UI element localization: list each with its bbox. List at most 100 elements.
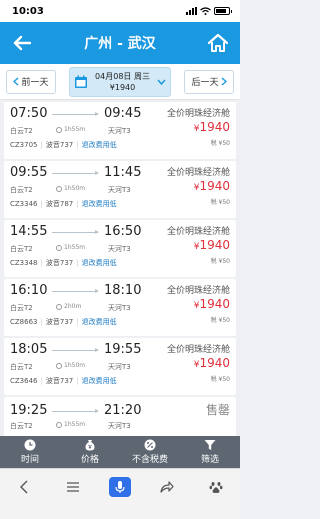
- flight-card[interactable]: 07:50 09:45 白云T2 1h55m 天河T3 CZ3705 | 波音73…: [4, 102, 236, 159]
- departure-time: 14:55: [10, 224, 48, 239]
- current-date: 04月08日 周三: [95, 71, 150, 81]
- aircraft-type: 波音737: [45, 377, 74, 385]
- tax-toggle-label: 不含税费: [131, 455, 168, 465]
- prev-day-label: 前一天: [21, 78, 49, 88]
- status-icons: [186, 7, 232, 15]
- departure-airport: 白云T2: [10, 245, 33, 253]
- calendar-icon: [75, 75, 87, 88]
- departure-time: 07:50: [10, 106, 48, 121]
- status-time: 10:03: [12, 5, 44, 17]
- filter-bar: 时间 价格 不含税费 筛选: [0, 436, 240, 468]
- clock-icon: [56, 185, 62, 192]
- aircraft-type: 波音737: [45, 318, 74, 326]
- clock-icon: [56, 303, 62, 310]
- browser-back-button[interactable]: [12, 477, 36, 497]
- aircraft-type: 波音787: [45, 200, 74, 208]
- back-button[interactable]: [10, 31, 34, 55]
- cabin-class: 全价明珠经济舱: [166, 345, 230, 355]
- flight-duration: 1h50m: [56, 185, 85, 192]
- route-arrow: [52, 409, 99, 413]
- arrival-airport: 天河T3: [108, 186, 131, 194]
- flight-duration: 1h55m: [56, 126, 85, 133]
- flight-card[interactable]: 18:05 19:55 白云T2 1h50m 天河T3 CZ3646 | 波音73…: [4, 338, 236, 395]
- menu-icon: [66, 482, 79, 492]
- route-arrow: [52, 171, 99, 175]
- flight-card[interactable]: 16:10 18:10 白云T2 2h0m 天河T3 CZ8663 | 波音737…: [4, 279, 236, 336]
- flight-number: CZ3646: [10, 377, 38, 385]
- flight-duration: 2h0m: [56, 303, 81, 310]
- signal-icon: [186, 7, 197, 15]
- prev-day-button[interactable]: 前一天: [6, 69, 56, 94]
- tax: 税 ¥50: [210, 199, 230, 206]
- next-day-label: 后一天: [191, 78, 219, 88]
- arrival-airport: 天河T3: [108, 363, 131, 371]
- chevron-left-icon: [20, 480, 28, 494]
- flight-info: CZ3346 | 波音787 | 退改费用低: [10, 200, 117, 208]
- money-bag-icon: [85, 440, 95, 451]
- flight-number: CZ3705: [10, 141, 38, 149]
- flight-duration: 1h50m: [56, 362, 85, 369]
- percent-icon: [144, 439, 156, 451]
- departure-airport: 白云T2: [10, 422, 33, 430]
- departure-time: 19:25: [10, 403, 48, 418]
- baidu-button[interactable]: [204, 477, 228, 497]
- route-arrow: [52, 112, 99, 116]
- share-icon: [160, 481, 174, 493]
- date-picker[interactable]: 04月08日 周三 ¥1940: [69, 66, 171, 97]
- arrival-time: 11:45: [104, 165, 142, 180]
- status-bar: 10:03: [0, 0, 240, 22]
- price: ¥1940: [193, 120, 230, 134]
- flight-info: CZ3705 | 波音737 | 退改费用低: [10, 141, 117, 149]
- aircraft-type: 波音737: [45, 141, 74, 149]
- clock-icon: [56, 421, 62, 428]
- tax: 税 ¥50: [210, 258, 230, 265]
- clock-icon: [56, 244, 62, 251]
- current-date-price: ¥1940: [109, 82, 136, 92]
- departure-time: 16:10: [10, 283, 48, 298]
- arrival-time: 09:45: [104, 106, 142, 121]
- departure-airport: 白云T2: [10, 363, 33, 371]
- browser-menu-button[interactable]: [61, 477, 85, 497]
- flight-card[interactable]: 19:25 21:20 白云T2 1h55m 天河T3 售罄: [4, 397, 236, 436]
- chevron-right-icon: [221, 77, 227, 86]
- wifi-icon: [200, 7, 211, 15]
- chevron-down-icon: [157, 79, 166, 85]
- tax: 税 ¥50: [210, 317, 230, 324]
- filter-button[interactable]: 筛选: [180, 436, 240, 468]
- flight-card[interactable]: 14:55 16:50 白云T2 1h55m 天河T3 CZ3348 | 波音73…: [4, 220, 236, 277]
- date-bar: 前一天 04月08日 周三 ¥1940 后一天: [0, 64, 240, 100]
- flight-number: CZ3346: [10, 200, 38, 208]
- chevron-left-icon: [13, 77, 19, 86]
- sort-by-price-button[interactable]: 价格: [60, 436, 120, 468]
- flight-card[interactable]: 09:55 11:45 白云T2 1h50m 天河T3 CZ3346 | 波音78…: [4, 161, 236, 218]
- browser-toolbar: [0, 468, 240, 519]
- home-button[interactable]: [206, 31, 230, 55]
- sort-by-time-button[interactable]: 时间: [0, 436, 60, 468]
- arrival-time: 19:55: [104, 342, 142, 357]
- route-arrow: [52, 348, 99, 352]
- clock-icon: [56, 126, 62, 133]
- flight-info: CZ3646 | 波音737 | 退改费用低: [10, 377, 117, 385]
- arrival-time: 18:10: [104, 283, 142, 298]
- tax: 税 ¥50: [210, 376, 230, 383]
- next-day-button[interactable]: 后一天: [184, 69, 234, 94]
- arrival-airport: 天河T3: [108, 245, 131, 253]
- arrival-time: 21:20: [104, 403, 142, 418]
- cabin-class: 全价明珠经济舱: [166, 286, 230, 296]
- share-button[interactable]: [155, 477, 179, 497]
- refund-policy: 退改费用低: [81, 318, 117, 326]
- route-arrow: [52, 289, 99, 293]
- tax-toggle-button[interactable]: 不含税费: [120, 436, 180, 468]
- sort-by-time-label: 时间: [20, 455, 39, 465]
- price: ¥1940: [193, 297, 230, 311]
- clock-icon: [56, 362, 62, 369]
- home-icon: [208, 34, 228, 52]
- arrival-airport: 天河T3: [108, 127, 131, 135]
- departure-airport: 白云T2: [10, 304, 33, 312]
- paw-icon: [209, 482, 223, 493]
- voice-search-button[interactable]: [108, 477, 131, 497]
- flight-number: CZ3348: [10, 259, 38, 267]
- flight-info: CZ8663 | 波音737 | 退改费用低: [10, 318, 117, 326]
- arrival-airport: 天河T3: [108, 422, 131, 430]
- refund-policy: 退改费用低: [81, 141, 117, 149]
